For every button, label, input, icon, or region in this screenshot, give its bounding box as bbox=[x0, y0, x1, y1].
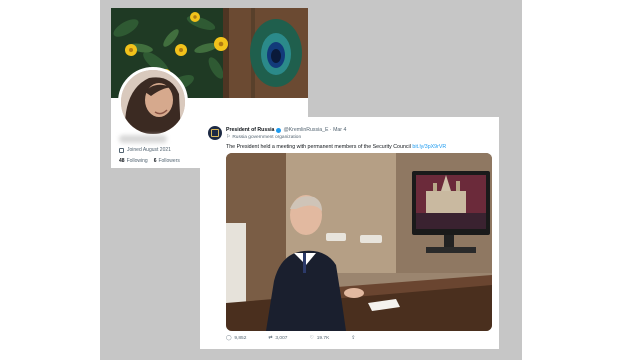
joined-date: Joined August 2021 bbox=[119, 147, 171, 153]
tweet-text: The President held a meeting with perman… bbox=[226, 144, 446, 150]
tweet-card: President of Russia @KremlinRussia_E · M… bbox=[200, 117, 499, 349]
follow-stats: 48 Following 6 Followers bbox=[119, 158, 180, 164]
followers-link[interactable]: 6 Followers bbox=[154, 158, 180, 164]
tweet-header: President of Russia @KremlinRussia_E · M… bbox=[226, 127, 346, 133]
retweet-count: 3,007 bbox=[275, 336, 288, 341]
emblem-icon bbox=[211, 129, 219, 137]
like-count: 19.7K bbox=[316, 336, 330, 341]
blurred-username bbox=[119, 135, 167, 143]
joined-text: Joined August 2021 bbox=[127, 147, 171, 153]
profile-avatar[interactable] bbox=[118, 67, 188, 137]
followers-label: Followers bbox=[158, 158, 180, 164]
share-button[interactable]: ⇪ bbox=[351, 336, 355, 341]
tweet-body: The President held a meeting with perman… bbox=[226, 144, 411, 150]
tweet-display-name[interactable]: President of Russia bbox=[226, 127, 274, 133]
tweet-handle-time[interactable]: @KremlinRussia_E · Mar 4 bbox=[283, 127, 346, 133]
retweet-icon: ⇄ bbox=[268, 336, 273, 341]
government-label: ⚐ Russia government organization bbox=[226, 135, 301, 140]
following-label: Following bbox=[126, 158, 148, 164]
reply-button[interactable]: ◯ 9,852 bbox=[226, 336, 246, 341]
followers-count: 6 bbox=[153, 158, 157, 164]
retweet-button[interactable]: ⇄ 3,007 bbox=[268, 336, 287, 341]
tweet-photo[interactable] bbox=[226, 153, 492, 331]
government-label-text: Russia government organization bbox=[232, 135, 302, 140]
tweet-actions: ◯ 9,852 ⇄ 3,007 ♡ 19.7K ⇪ bbox=[226, 336, 426, 341]
calendar-icon bbox=[119, 147, 124, 153]
flag-icon: ⚐ bbox=[226, 135, 231, 140]
following-count: 48 bbox=[119, 158, 125, 164]
tweet-author-avatar[interactable] bbox=[208, 126, 222, 140]
like-button[interactable]: ♡ 19.7K bbox=[309, 336, 329, 341]
tweet-link[interactable]: bit.ly/3pX9rVR bbox=[412, 144, 446, 150]
reply-count: 9,852 bbox=[234, 336, 247, 341]
following-link[interactable]: 48 Following bbox=[119, 158, 148, 164]
share-icon: ⇪ bbox=[351, 336, 356, 341]
heart-icon: ♡ bbox=[309, 336, 314, 341]
verified-badge-icon bbox=[276, 127, 282, 133]
reply-icon: ◯ bbox=[226, 336, 232, 341]
